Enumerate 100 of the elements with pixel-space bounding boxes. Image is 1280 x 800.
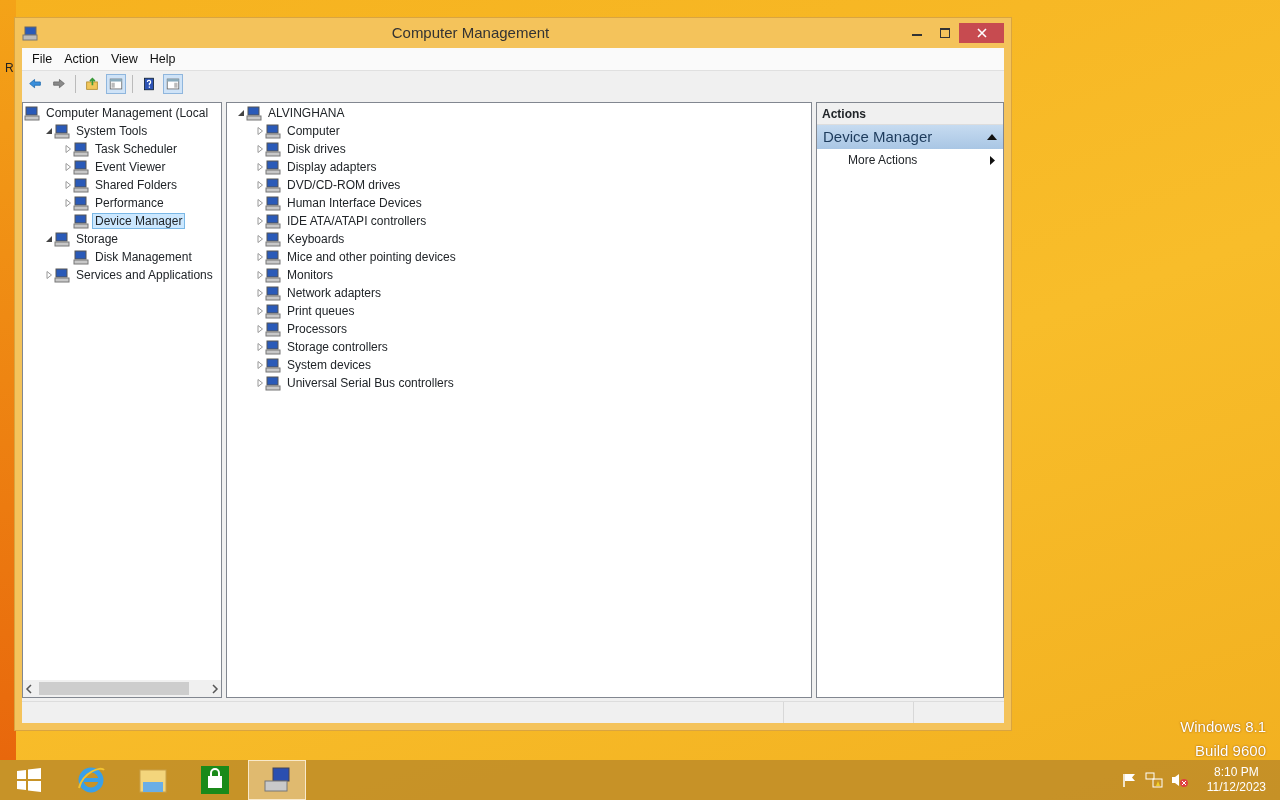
clock-date: 11/12/2023	[1206, 780, 1266, 795]
tree-item[interactable]: Computer	[284, 123, 343, 139]
menu-item[interactable]: File	[26, 49, 59, 69]
device-icon	[73, 249, 89, 265]
device-icon	[73, 159, 89, 175]
expand-arrow-icon[interactable]	[44, 271, 53, 279]
os-version-text: Build 9600	[1194, 741, 1266, 761]
folder-icon	[85, 77, 99, 91]
menu-item[interactable]: Action	[58, 49, 105, 69]
expand-arrow-icon[interactable]	[255, 163, 264, 171]
collapse-arrow-icon[interactable]	[44, 127, 53, 135]
scroll-right-icon[interactable]	[209, 682, 221, 695]
expand-arrow-icon[interactable]	[255, 127, 264, 135]
scroll-thumb[interactable]	[39, 682, 189, 695]
device-icon	[246, 105, 262, 121]
tree-item[interactable]: Display adapters	[284, 159, 380, 175]
pane-icon	[166, 77, 180, 91]
scroll-left-icon[interactable]	[23, 682, 35, 695]
menu-item[interactable]: View	[104, 49, 144, 69]
device-icon	[265, 123, 281, 139]
device-icon	[265, 357, 281, 373]
device-icon	[24, 105, 40, 121]
expand-arrow-icon[interactable]	[255, 235, 264, 243]
window-title: Computer Management	[390, 22, 551, 43]
expand-arrow-icon[interactable]	[255, 307, 264, 315]
expand-arrow-icon[interactable]	[255, 145, 264, 153]
expand-arrow-icon[interactable]	[255, 217, 264, 225]
device-icon	[73, 213, 89, 229]
tree-item[interactable]: Shared Folders	[92, 177, 181, 193]
tree-item[interactable]: Storage controllers	[284, 339, 391, 355]
tree-item[interactable]: Disk Management	[92, 249, 195, 265]
action-item[interactable]: More Actions	[817, 149, 1003, 171]
device-icon	[265, 231, 281, 247]
tree-item[interactable]: Monitors	[284, 267, 336, 283]
clock-time: 8:10 PM	[1213, 765, 1260, 780]
muted-speaker-icon[interactable]	[1170, 772, 1189, 788]
tree-item[interactable]: Network adapters	[284, 285, 385, 301]
maximize-icon	[940, 28, 950, 38]
expand-arrow-icon[interactable]	[255, 325, 264, 333]
device-icon	[265, 195, 281, 211]
device-icon	[73, 195, 89, 211]
tree-item[interactable]: System devices	[284, 357, 375, 373]
taskbar-button[interactable]	[248, 760, 306, 800]
tree-item[interactable]: Task Scheduler	[92, 141, 181, 157]
section-title: Device Manager	[823, 126, 933, 147]
forward-arrow-icon	[52, 77, 66, 91]
device-icon	[265, 249, 281, 265]
tree-item[interactable]: DVD/CD-ROM drives	[284, 177, 404, 193]
device-icon	[265, 339, 281, 355]
expand-arrow-icon[interactable]	[255, 199, 264, 207]
actions-section-header[interactable]: Device Manager	[817, 125, 1003, 149]
device-icon	[54, 231, 70, 247]
menu-item[interactable]: Help	[143, 49, 182, 69]
expand-arrow-icon[interactable]	[63, 145, 72, 153]
expand-arrow-icon[interactable]	[255, 361, 264, 369]
tree-item[interactable]: ALVINGHANA	[265, 105, 348, 121]
network-icon[interactable]	[1144, 772, 1163, 788]
expand-arrow-icon[interactable]	[255, 271, 264, 279]
tree-item[interactable]: Print queues	[284, 303, 358, 319]
close-icon	[976, 28, 987, 38]
tree-item[interactable]: System Tools	[73, 123, 151, 139]
device-icon	[265, 375, 281, 391]
tree-item[interactable]: Disk drives	[284, 141, 349, 157]
device-icon	[265, 141, 281, 157]
submenu-arrow-icon	[990, 155, 995, 165]
tree-item[interactable]: Mice and other pointing devices	[284, 249, 459, 265]
collapse-arrow-icon[interactable]	[44, 235, 53, 243]
tree-item[interactable]: Universal Serial Bus controllers	[284, 375, 457, 391]
tree-item[interactable]: Human Interface Devices	[284, 195, 425, 211]
tree-item[interactable]: Computer Management (Local	[43, 105, 212, 121]
device-icon	[265, 159, 281, 175]
device-icon	[265, 267, 281, 283]
back-arrow-icon	[28, 77, 42, 91]
tree-item[interactable]: Keyboards	[284, 231, 348, 247]
expand-arrow-icon[interactable]	[63, 199, 72, 207]
collapse-arrow-icon[interactable]	[987, 134, 997, 140]
device-icon	[265, 303, 281, 319]
device-icon	[265, 285, 281, 301]
tree-item[interactable]: Event Viewer	[92, 159, 169, 175]
tree-item[interactable]: Device Manager	[92, 213, 186, 229]
expand-arrow-icon[interactable]	[255, 181, 264, 189]
collapse-arrow-icon[interactable]	[236, 109, 245, 117]
tree-item[interactable]: IDE ATA/ATAPI controllers	[284, 213, 430, 229]
tree-item[interactable]: Services and Applications	[73, 267, 216, 283]
horizontal-scrollbar[interactable]	[23, 680, 221, 697]
expand-arrow-icon[interactable]	[255, 253, 264, 261]
expand-arrow-icon[interactable]	[255, 343, 264, 351]
expand-arrow-icon[interactable]	[63, 181, 72, 189]
tree-item[interactable]: Storage	[73, 231, 122, 247]
expand-arrow-icon[interactable]	[255, 289, 264, 297]
os-version-text: Windows 8.1	[1180, 717, 1266, 737]
device-icon	[265, 321, 281, 337]
tree-item[interactable]: Processors	[284, 321, 351, 337]
action-label: More Actions	[848, 152, 918, 169]
device-icon	[73, 177, 89, 193]
flag-icon[interactable]	[1120, 772, 1137, 788]
tree-item[interactable]: Performance	[92, 195, 167, 211]
device-icon	[73, 141, 89, 157]
expand-arrow-icon[interactable]	[63, 163, 72, 171]
expand-arrow-icon[interactable]	[255, 379, 264, 387]
